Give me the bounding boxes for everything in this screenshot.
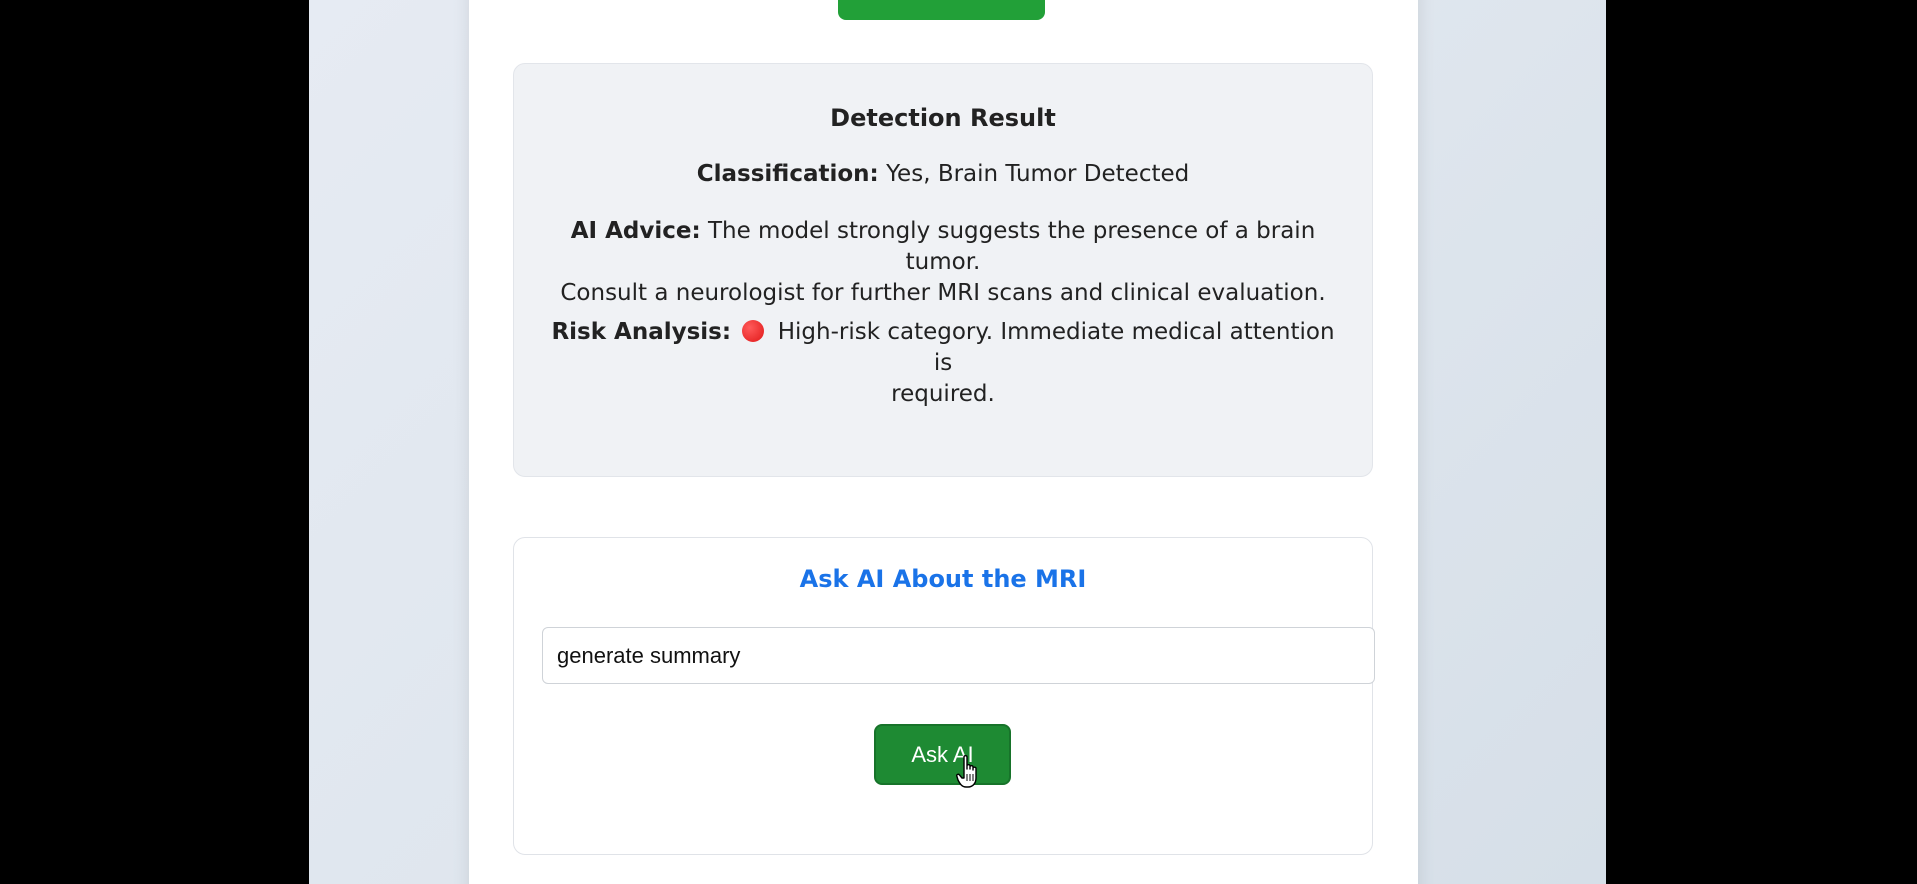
- risk-label: Risk Analysis:: [551, 319, 732, 345]
- ask-ai-button[interactable]: Ask AI: [874, 724, 1011, 785]
- ask-ai-panel: Ask AI About the MRI Ask AI: [513, 537, 1375, 855]
- risk-text-1: High-risk category. Immediate medical at…: [777, 319, 1335, 376]
- classification-value: Yes, Brain Tumor Detected: [886, 161, 1190, 187]
- risk-text-2: required.: [891, 381, 995, 407]
- red-circle-icon: [742, 320, 765, 342]
- upload-button[interactable]: [838, 0, 1045, 20]
- page-viewport: Detection Result Classification: Yes, Br…: [309, 0, 1606, 884]
- classification-line: Classification: Yes, Brain Tumor Detecte…: [544, 159, 1342, 190]
- advice-text-1: The model strongly suggests the presence…: [707, 218, 1316, 275]
- question-input[interactable]: [542, 627, 1375, 684]
- advice-text-2: Consult a neurologist for further MRI sc…: [560, 280, 1326, 306]
- ai-advice-line: AI Advice: The model strongly suggests t…: [544, 216, 1342, 309]
- classification-label: Classification:: [696, 161, 879, 187]
- result-title: Detection Result: [830, 104, 1056, 132]
- main-card: Detection Result Classification: Yes, Br…: [469, 0, 1418, 884]
- ask-ai-title: Ask AI About the MRI: [799, 565, 1087, 593]
- hand-pointer-cursor-icon: [956, 755, 977, 788]
- advice-label: AI Advice:: [570, 218, 701, 244]
- detection-result-panel: Detection Result Classification: Yes, Br…: [513, 63, 1373, 477]
- risk-analysis-line: Risk Analysis: High-risk category. Immed…: [544, 317, 1342, 410]
